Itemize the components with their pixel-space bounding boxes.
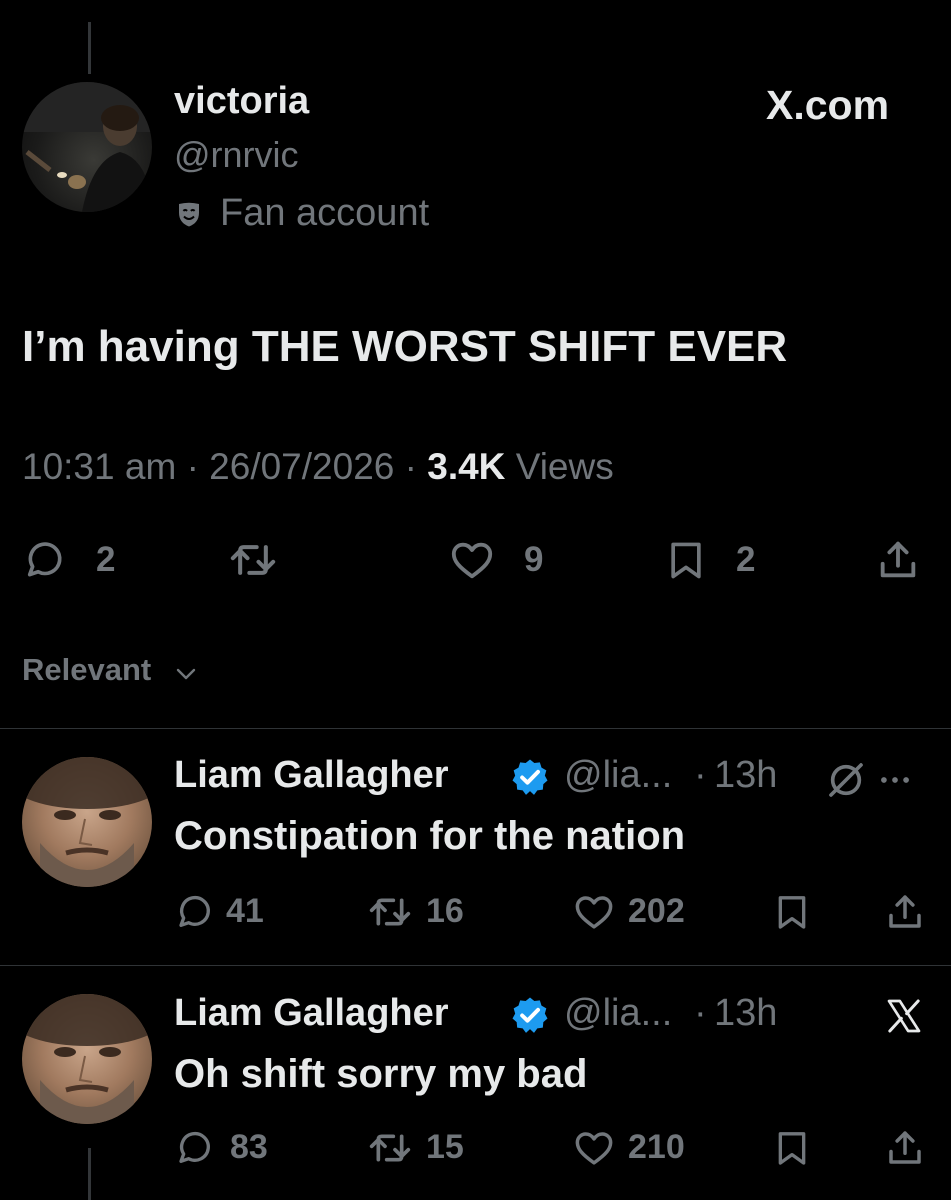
avatar-photo <box>22 82 152 212</box>
avatar[interactable] <box>22 82 152 212</box>
repost-button[interactable] <box>229 536 299 584</box>
reply-button[interactable]: 83 <box>174 1126 294 1170</box>
post-text: Constipation for the nation <box>174 814 686 858</box>
thread-line-top <box>88 22 91 74</box>
bookmark-icon <box>778 1132 806 1165</box>
like-button[interactable]: 9 <box>448 536 558 584</box>
display-name[interactable]: Liam Gallagher <box>174 992 449 1035</box>
x-logo-icon[interactable] <box>884 996 924 1036</box>
chevron-down-icon <box>176 668 196 680</box>
like-button[interactable]: 210 <box>572 1126 712 1170</box>
meta-separator: · <box>694 992 707 1034</box>
meta-separator: · <box>694 754 707 796</box>
avatar[interactable] <box>22 994 152 1124</box>
post-text: Oh shift sorry my bad <box>174 1052 588 1096</box>
meta-separator: · <box>404 446 417 487</box>
post-meta: 10:31 am · 26/07/2026 · 3.4K Views <box>22 446 614 488</box>
repost-button[interactable]: 16 <box>368 890 488 934</box>
bookmark-icon <box>778 896 806 929</box>
repost-icon <box>369 898 411 926</box>
repost-button[interactable]: 15 <box>368 1126 488 1170</box>
avatar-photo <box>22 994 152 1124</box>
display-name[interactable]: Liam Gallagher <box>174 754 449 797</box>
reply-count: 41 <box>226 892 264 930</box>
post-time[interactable]: 13h <box>714 754 777 797</box>
share-icon <box>889 895 921 928</box>
post-text: I’m having THE WORST SHIFT EVER <box>22 322 788 371</box>
views-count[interactable]: 3.4K <box>427 446 505 487</box>
views-label: Views <box>515 446 614 487</box>
share-button[interactable] <box>884 890 928 934</box>
like-icon <box>575 896 613 929</box>
repost-count: 15 <box>426 1128 464 1166</box>
reply-icon <box>27 542 62 577</box>
bookmark-button[interactable] <box>772 890 816 934</box>
fan-account-label: Fan account <box>220 192 430 234</box>
like-count: 9 <box>524 540 544 579</box>
repost-icon <box>230 545 276 575</box>
reply-icon <box>179 895 210 927</box>
like-icon <box>575 1132 613 1165</box>
share-icon <box>880 541 916 578</box>
post-time[interactable]: 13h <box>714 992 777 1035</box>
post-date[interactable]: 26/07/2026 <box>209 446 394 487</box>
bookmark-count: 2 <box>736 540 756 579</box>
reply-count: 2 <box>96 540 116 579</box>
reply-icon <box>179 1131 210 1163</box>
post-time[interactable]: 10:31 am <box>22 446 176 487</box>
repost-icon <box>369 1134 411 1162</box>
repost-count: 16 <box>426 892 464 930</box>
display-name[interactable]: victoria <box>174 80 309 123</box>
handle[interactable]: @lia... <box>564 754 672 797</box>
meta-separator: · <box>186 446 199 487</box>
share-icon <box>889 1131 921 1164</box>
bookmark-button[interactable] <box>772 1126 816 1170</box>
grok-icon[interactable] <box>826 760 866 800</box>
like-button[interactable]: 202 <box>572 890 712 934</box>
reply-count: 83 <box>230 1128 268 1166</box>
sort-dropdown[interactable]: Relevant <box>22 652 212 692</box>
divider <box>0 965 951 966</box>
reply-button[interactable]: 2 <box>22 536 132 584</box>
more-icon[interactable] <box>876 761 914 799</box>
like-count: 210 <box>628 1128 685 1166</box>
reply-button[interactable]: 41 <box>174 890 294 934</box>
site-label[interactable]: X.com <box>766 82 889 129</box>
sort-label: Relevant <box>22 652 152 687</box>
like-icon <box>451 542 493 579</box>
handle[interactable]: @rnrvic <box>174 134 299 176</box>
handle[interactable]: @lia... <box>564 992 672 1035</box>
bookmark-icon <box>671 542 701 579</box>
share-button[interactable] <box>874 536 924 584</box>
share-button[interactable] <box>884 1126 928 1170</box>
fan-mask-icon <box>179 202 199 227</box>
avatar[interactable] <box>22 757 152 887</box>
avatar-photo <box>22 757 152 887</box>
verified-badge-icon <box>512 997 548 1033</box>
bookmark-button[interactable]: 2 <box>664 536 774 584</box>
verified-badge-icon <box>512 759 548 795</box>
like-count: 202 <box>628 892 685 930</box>
divider <box>0 728 951 729</box>
thread-line-bottom <box>88 1148 91 1200</box>
